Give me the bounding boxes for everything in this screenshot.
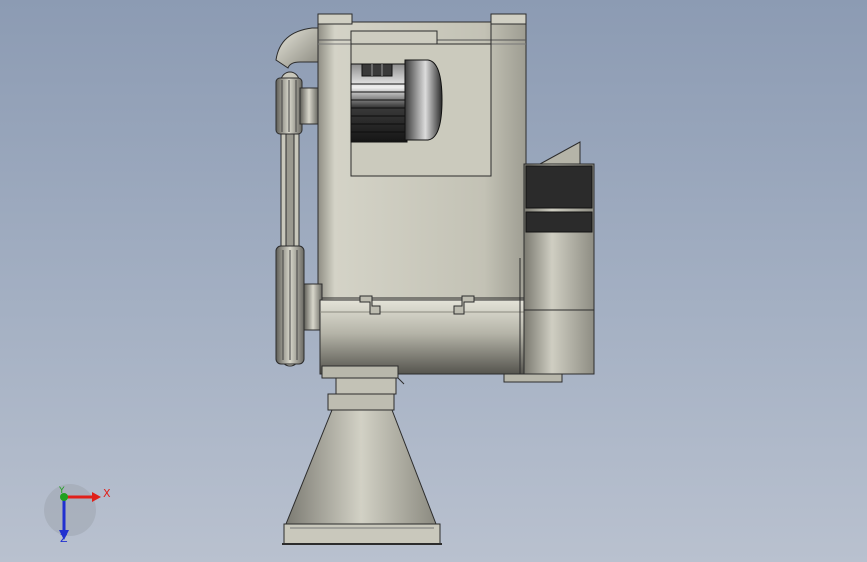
y-axis-label: Y — [59, 486, 65, 496]
cad-viewport[interactable]: X Y Z — [0, 0, 867, 562]
motor — [350, 59, 443, 143]
belt-drive — [275, 71, 323, 367]
hopper — [282, 377, 442, 545]
x-axis-label: X — [103, 487, 111, 500]
machine-model — [44, 13, 595, 545]
main-housing — [317, 13, 527, 301]
axis-triad — [44, 484, 101, 540]
z-axis-label: Z — [60, 532, 68, 545]
outlet-pipe — [275, 27, 319, 69]
drum — [319, 295, 525, 379]
